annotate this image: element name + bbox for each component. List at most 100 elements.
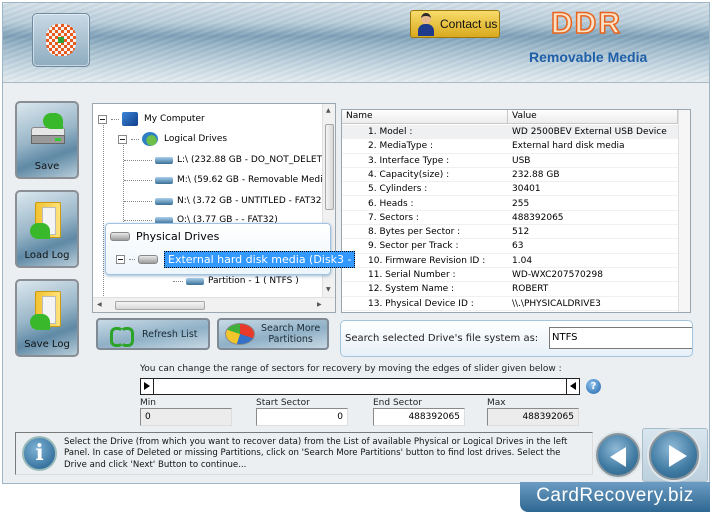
start-sector-input[interactable]: 0 xyxy=(256,408,348,426)
tree-connector xyxy=(124,200,152,202)
tree-label: Physical Drives xyxy=(136,229,220,243)
property-name: 4. Capacity(size) : xyxy=(368,169,450,180)
load-log-button[interactable]: Load Log xyxy=(15,190,79,268)
sector-range-slider[interactable] xyxy=(140,378,580,395)
physical-drives-node[interactable]: Physical Drives External hard disk media… xyxy=(105,223,356,275)
column-header-value[interactable]: Value xyxy=(508,110,678,124)
search-more-partitions-button[interactable]: Search More Partitions xyxy=(217,318,329,350)
collapse-toggle[interactable] xyxy=(98,114,107,124)
start-sector-label: Start Sector xyxy=(256,398,310,408)
person-icon xyxy=(417,12,435,36)
property-value: 30401 xyxy=(512,184,541,195)
scroll-thumb[interactable] xyxy=(325,124,334,210)
back-button[interactable] xyxy=(596,433,640,477)
table-row[interactable]: 8. Bytes per Sector : 512 xyxy=(342,225,690,240)
end-sector-label: End Sector xyxy=(373,398,422,408)
load-log-label: Load Log xyxy=(24,250,70,261)
property-name: 11. Serial Number : xyxy=(368,270,456,280)
end-sector-input[interactable]: 488392065 xyxy=(373,408,465,426)
slider-end-handle[interactable] xyxy=(566,379,579,394)
table-row[interactable]: 4. Capacity(size) : 232.88 GB xyxy=(342,168,690,183)
column-header-name[interactable]: Name xyxy=(342,110,508,124)
tree-connector xyxy=(124,219,152,221)
table-row[interactable]: 3. Interface Type : USB xyxy=(342,154,690,168)
drive-tree[interactable]: My Computer Logical Drives L:\ (232.88 G… xyxy=(92,103,336,313)
help-icon[interactable]: ? xyxy=(586,379,601,394)
tree-node-logical-drive[interactable]: L:\ (232.88 GB - DO_NOT_DELETE xyxy=(124,152,328,168)
table-row[interactable]: 11. Serial Number : WD-WXC207570298 xyxy=(342,268,690,283)
tree-node-logical-drive[interactable]: N:\ (3.72 GB - UNTITLED - FAT32) xyxy=(124,193,325,209)
product-subtitle: Removable Media xyxy=(529,49,648,65)
table-row[interactable]: 7. Sectors : 488392065 xyxy=(342,211,690,226)
disk-icon xyxy=(155,156,173,164)
table-row[interactable]: 2. MediaType : External hard disk media xyxy=(342,139,690,154)
label-line-2: Partitions xyxy=(268,334,313,345)
tree-node-logical-drives[interactable]: Logical Drives xyxy=(118,131,227,147)
property-name: 10. Firmware Revision ID : xyxy=(368,255,486,266)
table-right-gutter xyxy=(678,110,690,312)
property-value: \\.\PHYSICALDRIVE3 xyxy=(512,298,601,309)
tree-node-logical-drive[interactable]: M:\ (59.62 GB - Removable Media xyxy=(124,172,328,188)
save-log-button[interactable]: Save Log xyxy=(15,279,79,357)
back-arrow-icon xyxy=(610,447,626,467)
max-field: 488392065 xyxy=(487,408,579,426)
disk-icon xyxy=(155,176,173,184)
tree-line xyxy=(103,120,104,310)
selected-drive-label[interactable]: External hard disk media (Disk3 - xyxy=(164,250,356,268)
table-row[interactable]: 9. Sector per Track : 63 xyxy=(342,239,690,254)
table-row[interactable]: 10. Firmware Revision ID : 1.04 xyxy=(342,254,690,268)
tree-connector xyxy=(124,179,152,181)
scroll-right-icon[interactable]: ▶ xyxy=(317,301,322,308)
table-row[interactable]: 13. Physical Device ID : \\.\PHYSICALDRIV… xyxy=(342,297,690,311)
collapse-toggle[interactable] xyxy=(118,134,127,144)
tree-node-selected-drive[interactable]: External hard disk media (Disk3 - xyxy=(116,250,356,268)
property-value: External hard disk media xyxy=(512,141,625,152)
filesystem-group: Search selected Drive's file system as: … xyxy=(340,320,693,357)
table-row[interactable]: 1. Model : WD 2500BEV External USB Device xyxy=(342,125,690,140)
tree-node-physical-drives[interactable]: Physical Drives xyxy=(110,228,219,244)
filesystem-select[interactable]: NTFS xyxy=(549,327,692,349)
property-name: 13. Physical Device ID : xyxy=(368,298,474,309)
refresh-list-button[interactable]: Refresh List xyxy=(96,318,210,350)
tree-connector xyxy=(129,258,135,260)
app-window: Contact us DDR Removable Media Save Load… xyxy=(2,2,710,484)
hard-drive-icon xyxy=(138,254,158,264)
tree-node-my-computer[interactable]: My Computer xyxy=(98,111,205,127)
property-name: 9. Sector per Track : xyxy=(368,241,459,252)
tree-label: N:\ (3.72 GB - UNTITLED - FAT32) xyxy=(177,196,326,206)
tree-label: M:\ (59.62 GB - Removable Media xyxy=(177,175,329,185)
save-drive-icon xyxy=(31,113,65,144)
property-value: 512 xyxy=(512,227,530,238)
collapse-toggle[interactable] xyxy=(116,254,125,264)
pie-chart-icon xyxy=(225,323,255,345)
tree-node-partition[interactable]: Partition - 1 ( NTFS ) xyxy=(173,273,299,289)
footer-brand[interactable]: CardRecovery.biz xyxy=(520,482,710,512)
scroll-left-icon[interactable]: ◀ xyxy=(97,301,102,308)
table-row[interactable]: 5. Cylinders : 30401 xyxy=(342,182,690,197)
sector-range-hint: You can change the range of sectors for … xyxy=(140,364,562,374)
tree-connector xyxy=(124,159,152,161)
drive-led xyxy=(55,138,61,141)
property-value: 255 xyxy=(512,198,530,209)
scroll-thumb[interactable] xyxy=(115,301,205,310)
property-name: 1. Model : xyxy=(368,127,413,137)
disk-icon xyxy=(155,197,173,205)
scroll-down-icon[interactable]: ▼ xyxy=(326,286,331,293)
logical-drives-icon xyxy=(142,132,158,146)
green-arrow-icon xyxy=(30,223,50,239)
tree-horizontal-scrollbar[interactable]: ◀ ▶ xyxy=(93,297,335,312)
drive-properties-table[interactable]: Name Value 1. Model : WD 2500BEV External… xyxy=(341,109,691,313)
filesystem-label: Search selected Drive's file system as: xyxy=(345,333,539,344)
table-row[interactable]: 12. System Name : ROBERT xyxy=(342,282,690,297)
table-row[interactable]: 6. Heads : 255 xyxy=(342,197,690,211)
save-button[interactable]: Save xyxy=(15,101,79,179)
next-button[interactable] xyxy=(649,430,699,480)
scroll-up-icon[interactable]: ▲ xyxy=(326,107,331,114)
contact-us-button[interactable]: Contact us xyxy=(410,10,500,38)
save-log-folder-icon xyxy=(30,291,61,330)
table-header: Name Value xyxy=(342,110,690,124)
tree-connector xyxy=(111,118,119,120)
slider-start-handle[interactable] xyxy=(141,379,154,394)
property-value: 232.88 GB xyxy=(512,169,560,180)
green-arrow-icon xyxy=(43,113,63,129)
